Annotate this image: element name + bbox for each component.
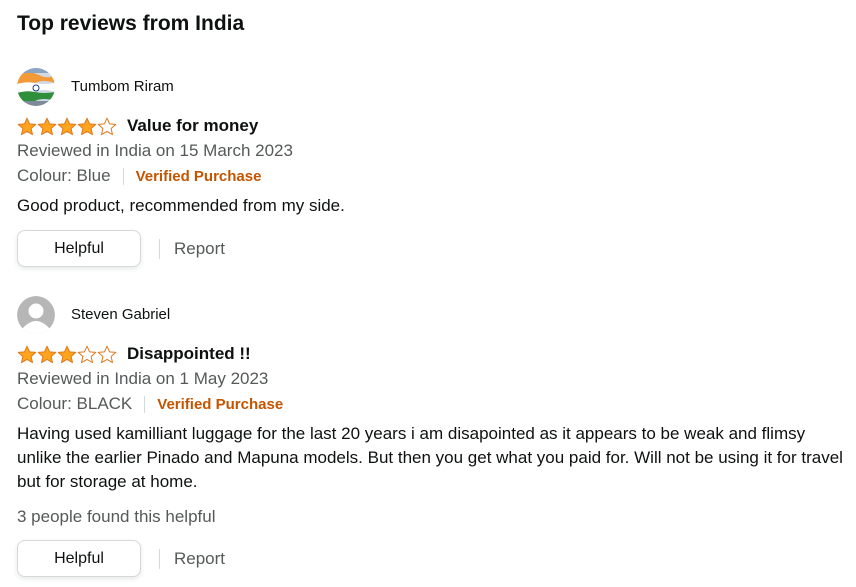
review-title-row: Disappointed !! [17,343,856,365]
verified-purchase-badge: Verified Purchase [157,395,284,413]
divider [144,395,146,413]
profile-name[interactable]: Steven Gabriel [71,305,170,325]
review-title[interactable]: Disappointed !! [127,343,251,365]
star-empty-icon [97,345,117,363]
review-profile: Steven Gabriel [17,296,856,334]
review-actions: Helpful Report [17,540,856,577]
review-date: Reviewed in India on 15 March 2023 [17,141,293,160]
star-filled-icon [57,117,77,135]
review-profile: Tumbom Riram [17,68,856,106]
report-link[interactable]: Report [174,239,225,259]
star-filled-icon [57,345,77,363]
default-user-avatar-icon [17,296,55,334]
report-link[interactable]: Report [174,549,225,569]
review-meta: Colour: Blue Verified Purchase [17,165,856,187]
helpful-count: 3 people found this helpful [17,507,216,526]
review-title-row: Value for money [17,115,856,137]
star-filled-icon [77,117,97,135]
review-actions: Helpful Report [17,230,856,267]
section-title: Top reviews from India [17,12,245,35]
star-empty-icon [77,345,97,363]
star-rating[interactable] [17,345,117,364]
star-filled-icon [17,345,37,363]
star-rating[interactable] [17,117,117,136]
review-body: Having used kamilliant luggage for the l… [17,424,843,491]
verified-purchase-badge: Verified Purchase [135,167,262,185]
divider [159,548,160,569]
review-card: Steven Gabriel Disappointed !! Reviewed … [17,296,856,577]
star-filled-icon [37,345,57,363]
star-filled-icon [17,117,37,135]
review-date: Reviewed in India on 1 May 2023 [17,369,269,388]
star-empty-icon [97,117,117,135]
review-title[interactable]: Value for money [127,115,258,137]
india-flag-avatar-icon [17,68,55,106]
helpful-button[interactable]: Helpful [17,230,141,267]
helpful-button[interactable]: Helpful [17,540,141,577]
colour-variant: Colour: BLACK [17,394,133,413]
review-body: Good product, recommended from my side. [17,196,345,215]
colour-variant: Colour: Blue [17,166,111,185]
divider [159,238,160,259]
review-meta: Colour: BLACK Verified Purchase [17,393,856,415]
star-filled-icon [37,117,57,135]
divider [122,167,124,185]
profile-name[interactable]: Tumbom Riram [71,77,174,97]
review-card: Tumbom Riram Value for money Reviewed in… [17,68,856,267]
